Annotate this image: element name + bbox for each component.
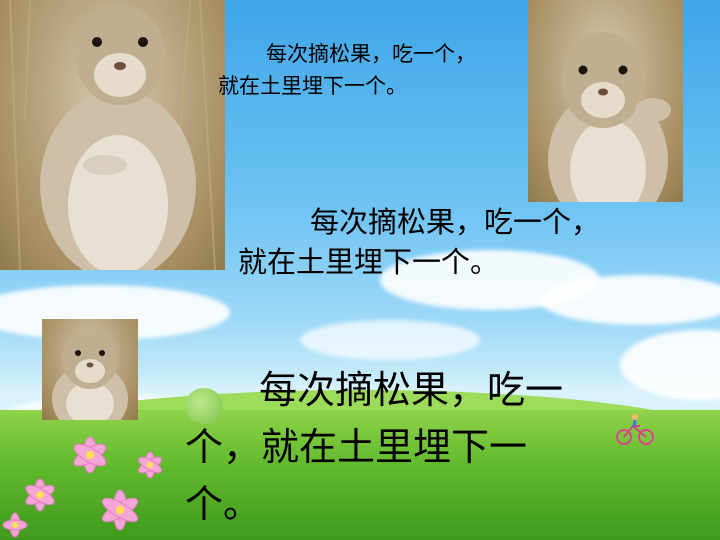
text-medium: 每次摘松果，吃一个， 就在土里埋下一个。 [238,202,600,282]
text-large: 每次摘松果，吃一 个，就在土里埋下一 个。 [185,362,563,533]
cloud [540,275,720,325]
cloud [300,320,480,360]
text-medium-line1: 每次摘松果，吃一个， [310,205,601,239]
text-large-line1: 每次摘松果，吃一 [259,368,564,412]
squirrel-photo-right [528,0,683,202]
squirrel-photo-small [42,319,138,420]
cloud [620,330,720,400]
text-large-line2: 个，就在土里埋下一 [185,425,528,469]
text-medium-line2: 就在土里埋下一个。 [238,245,500,279]
text-small-line2: 就在土里埋下一个。 [218,74,407,98]
flower-icon [2,436,163,538]
text-small: 每次摘松果，吃一个， 就在土里埋下一个。 [218,38,476,102]
bicycle-icon [616,414,654,445]
squirrel-photo-large [0,0,225,270]
text-large-line3: 个。 [185,482,262,526]
text-small-line1: 每次摘松果，吃一个， [266,42,476,66]
